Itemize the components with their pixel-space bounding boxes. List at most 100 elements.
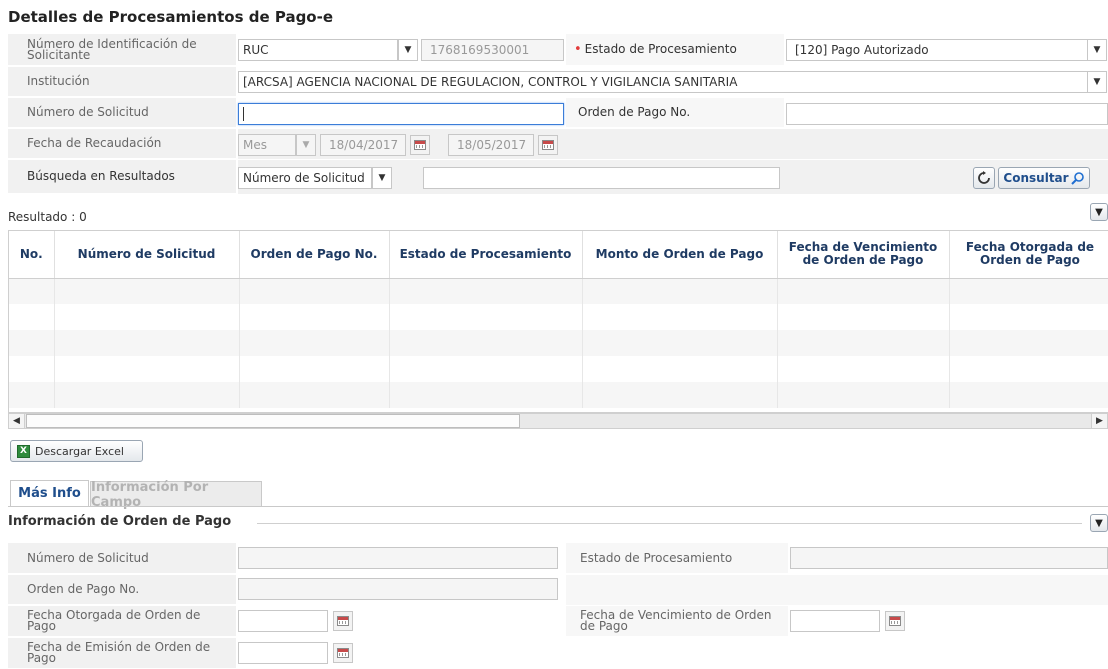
column-header[interactable]: Número de Solicitud xyxy=(54,231,240,279)
table-cell xyxy=(949,382,1108,408)
column-header[interactable]: Orden de Pago No. xyxy=(239,231,390,279)
table-cell xyxy=(777,356,950,382)
table-cell xyxy=(949,304,1108,330)
column-header[interactable]: Fecha Otorgada de Orden de Pago xyxy=(949,231,1108,279)
detail-estado-field xyxy=(790,547,1108,569)
chevron-down-icon[interactable]: ▼ xyxy=(1087,71,1107,93)
excel-icon: X xyxy=(17,444,30,458)
table-cell xyxy=(54,304,240,330)
chevron-down-icon[interactable]: ▼ xyxy=(372,167,392,189)
detail-fecha-otorgada-input[interactable] xyxy=(238,610,328,632)
table-cell xyxy=(54,382,240,408)
table-row xyxy=(9,278,1108,304)
num-solicitud-input[interactable] xyxy=(238,103,564,125)
table-cell xyxy=(9,356,55,382)
table-cell xyxy=(389,278,583,304)
table-cell xyxy=(777,304,950,330)
institucion-select[interactable]: [ARCSA] AGENCIA NACIONAL DE REGULACION, … xyxy=(238,71,1088,93)
table-cell xyxy=(9,330,55,356)
table-cell xyxy=(239,278,390,304)
refresh-icon xyxy=(978,171,990,184)
detail-fecha-otorgada-label: Fecha Otorgada de Orden de Pago xyxy=(8,606,236,637)
table-cell xyxy=(582,382,778,408)
institucion-label: Institución xyxy=(8,67,236,97)
table-cell xyxy=(777,382,950,408)
busqueda-texto-input[interactable] xyxy=(423,167,780,189)
search-form: Número de Identificación de Solicitante … xyxy=(8,34,1108,198)
required-mark: • xyxy=(574,42,582,57)
chevron-down-icon[interactable]: ▼ xyxy=(398,39,418,61)
calendar-icon[interactable] xyxy=(885,611,905,631)
calendar-icon[interactable] xyxy=(333,643,353,663)
table-cell xyxy=(54,330,240,356)
consultar-label: Consultar xyxy=(1003,171,1069,185)
table-cell xyxy=(777,330,950,356)
table-cell xyxy=(777,278,950,304)
table-cell xyxy=(949,356,1108,382)
search-icon xyxy=(1070,172,1084,185)
id-type-select[interactable]: RUC xyxy=(238,39,398,61)
table-cell xyxy=(582,330,778,356)
busqueda-label: Búsqueda en Resultados xyxy=(8,160,236,194)
detail-fecha-vencimiento-input[interactable] xyxy=(790,610,880,632)
descargar-excel-label: Descargar Excel xyxy=(35,444,124,458)
calendar-icon xyxy=(538,135,558,155)
calendar-icon[interactable] xyxy=(333,611,353,631)
collapse-icon[interactable]: ▼ xyxy=(1090,514,1108,532)
estado-label-text: Estado de Procesamiento xyxy=(584,42,737,56)
scroll-left-arrow[interactable]: ◀ xyxy=(9,414,25,428)
detail-fecha-emision-label: Fecha de Emisión de Orden de Pago xyxy=(8,638,236,669)
fecha-hasta-field: 18/05/2017 xyxy=(448,134,534,156)
detail-row2-bg xyxy=(566,575,1108,605)
table-cell xyxy=(582,278,778,304)
column-header[interactable]: Fecha de Vencimiento de Orden de Pago xyxy=(777,231,950,279)
table-cell xyxy=(239,330,390,356)
table-row xyxy=(9,304,1108,330)
tab-mas-info[interactable]: Más Info xyxy=(10,480,89,506)
descargar-excel-button[interactable]: X Descargar Excel xyxy=(10,440,143,462)
consultar-button[interactable]: Consultar xyxy=(998,167,1090,189)
refresh-button[interactable] xyxy=(973,167,995,189)
table-cell xyxy=(949,278,1108,304)
column-header[interactable]: Monto de Orden de Pago xyxy=(582,231,778,279)
detail-estado-label: Estado de Procesamiento xyxy=(566,543,788,574)
results-count: Resultado : 0 xyxy=(8,210,87,224)
table-cell xyxy=(239,356,390,382)
tab-strip-line xyxy=(8,506,1108,507)
section-title: Información de Orden de Pago xyxy=(8,514,232,529)
detail-num-solicitud-field xyxy=(238,547,558,569)
results-table: No. Número de Solicitud Orden de Pago No. E… xyxy=(9,231,1108,408)
orden-pago-label: Orden de Pago No. xyxy=(566,98,784,128)
table-cell xyxy=(9,278,55,304)
scroll-right-arrow[interactable]: ▶ xyxy=(1091,414,1107,428)
detail-orden-pago-label: Orden de Pago No. xyxy=(8,575,236,605)
detail-form: Número de Solicitud Estado de Procesamie… xyxy=(8,543,1108,669)
table-cell xyxy=(389,356,583,382)
scroll-thumb[interactable] xyxy=(26,414,520,428)
estado-select[interactable]: [120] Pago Autorizado xyxy=(786,39,1088,61)
chevron-down-icon[interactable]: ▼ xyxy=(1087,39,1107,61)
column-header[interactable]: No. xyxy=(9,231,55,279)
calendar-icon xyxy=(410,135,430,155)
table-cell xyxy=(949,330,1108,356)
table-row xyxy=(9,330,1108,356)
table-cell xyxy=(389,382,583,408)
chevron-down-icon: ▼ xyxy=(296,134,316,156)
tab-informacion-por-campo[interactable]: Información Por Campo xyxy=(90,480,262,510)
page-title: Detalles de Procesamientos de Pago-e xyxy=(8,8,334,26)
horizontal-scrollbar[interactable]: ◀ ▶ xyxy=(8,413,1108,429)
column-header[interactable]: Estado de Procesamiento xyxy=(389,231,583,279)
table-cell xyxy=(9,304,55,330)
id-label: Número de Identificación de Solicitante xyxy=(8,34,236,66)
collapse-icon[interactable]: ▼ xyxy=(1090,203,1108,221)
table-cell xyxy=(582,356,778,382)
detail-orden-pago-field xyxy=(238,578,558,600)
id-number-field: 1768169530001 xyxy=(421,39,564,61)
orden-pago-input[interactable] xyxy=(786,103,1108,125)
busqueda-campo-select[interactable]: Número de Solicitud xyxy=(238,167,372,189)
results-grid: No. Número de Solicitud Orden de Pago No. E… xyxy=(8,230,1108,413)
num-solicitud-label: Número de Solicitud xyxy=(8,98,236,128)
table-cell xyxy=(389,330,583,356)
section-divider xyxy=(257,523,1082,524)
detail-num-solicitud-label: Número de Solicitud xyxy=(8,543,236,574)
